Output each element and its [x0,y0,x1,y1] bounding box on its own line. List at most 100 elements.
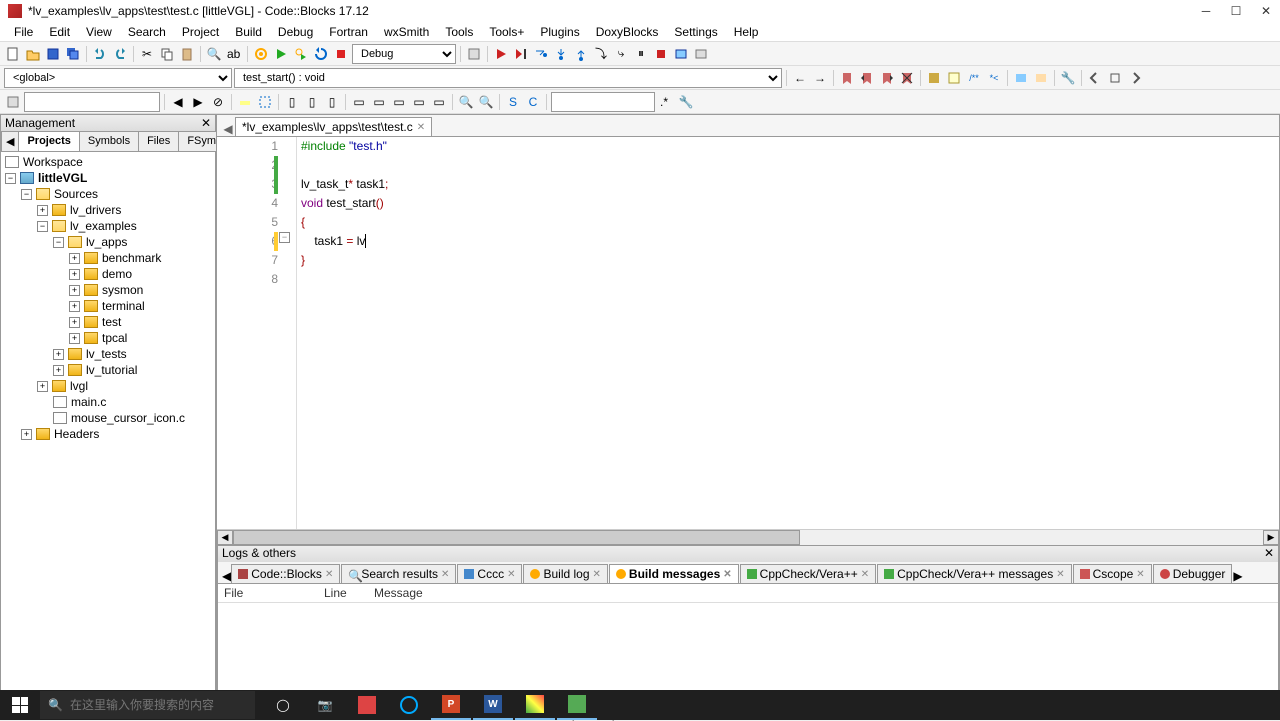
menu-toolsplus[interactable]: Tools+ [481,23,532,41]
show-targets-icon[interactable] [465,45,483,63]
rebuild-icon[interactable] [312,45,330,63]
menu-view[interactable]: View [78,23,120,41]
save-all-icon[interactable] [64,45,82,63]
menu-file[interactable]: File [6,23,41,41]
bookmark-next-icon[interactable] [878,69,896,87]
next-instr-icon[interactable]: ⤵ [592,45,610,63]
tree-toggle[interactable]: + [37,205,48,216]
tree-demo[interactable]: demo [102,267,132,281]
close-icon[interactable]: ✕ [1136,569,1144,580]
tree-toggle[interactable]: + [37,381,48,392]
menu-edit[interactable]: Edit [41,23,78,41]
file-tab[interactable]: *lv_examples\lv_apps\test\test.c ✕ [235,117,432,136]
cut-icon[interactable]: ✂ [138,45,156,63]
nav-forward-icon[interactable]: → [811,69,829,87]
search-history-icon[interactable] [4,93,22,111]
inc-search-input[interactable] [551,92,655,112]
close-icon[interactable]: ✕ [861,569,869,580]
tree-toggle[interactable]: + [69,333,80,344]
scope-combo[interactable]: <global> [4,68,232,88]
bookmark-clear-icon[interactable] [898,69,916,87]
menu-tools[interactable]: Tools [437,23,481,41]
next-line-icon[interactable] [532,45,550,63]
src-format-c-icon[interactable]: C [524,93,542,111]
tree-examples[interactable]: lv_examples [70,219,137,233]
tb-b-icon[interactable]: ▯ [303,93,321,111]
tree-sysmon[interactable]: sysmon [102,283,143,297]
start-button[interactable] [0,690,40,720]
jump-back-icon[interactable] [1086,69,1104,87]
tree-toggle[interactable]: + [69,269,80,280]
doxy-icon[interactable] [925,69,943,87]
menu-project[interactable]: Project [174,23,227,41]
tree-benchmark[interactable]: benchmark [102,251,161,265]
log-tab-buildlog[interactable]: Build log✕ [523,564,607,583]
close-icon[interactable]: ✕ [723,569,731,580]
bookmark-prev-icon[interactable] [858,69,876,87]
sel-all-icon[interactable] [256,93,274,111]
open-icon[interactable] [24,45,42,63]
jump-fwd-icon[interactable] [1126,69,1144,87]
search-opts-icon[interactable]: 🔧 [677,93,695,111]
abort-icon[interactable] [332,45,350,63]
run-to-cursor-icon[interactable] [512,45,530,63]
tree-tpcal[interactable]: tpcal [102,331,127,345]
sel-clear-icon[interactable]: ⊘ [209,93,227,111]
comment-block-icon[interactable]: /** [965,69,983,87]
logs-tabs-right-icon[interactable]: ▶ [1233,569,1242,583]
log-tab-search[interactable]: 🔍Search results✕ [341,564,456,583]
tree-toggle[interactable]: + [53,349,64,360]
new-file-icon[interactable] [4,45,22,63]
minimize-button[interactable]: ─ [1200,5,1212,17]
redo-icon[interactable] [111,45,129,63]
camera-icon[interactable]: 📷 [305,690,345,720]
build-run-icon[interactable] [292,45,310,63]
bookmark-toggle-icon[interactable] [838,69,856,87]
stop-debug-icon[interactable] [652,45,670,63]
log-tab-cccc[interactable]: Cccc✕ [457,564,522,583]
menu-doxyblocks[interactable]: DoxyBlocks [588,23,667,41]
task-view-icon[interactable]: ◯ [263,690,303,720]
app-icon-2[interactable] [557,690,597,720]
quick-search-input[interactable] [24,92,160,112]
tab-symbols[interactable]: Symbols [79,131,139,151]
tree-apps[interactable]: lv_apps [86,235,127,249]
tree-workspace[interactable]: Workspace [23,155,83,169]
sel-next-icon[interactable]: ▶ [189,93,207,111]
step-instr-icon[interactable]: ⤷ [612,45,630,63]
menu-debug[interactable]: Debug [270,23,321,41]
tree-toggle[interactable]: + [21,429,32,440]
highlight-icon[interactable] [236,93,254,111]
sel-prev-icon[interactable]: ◀ [169,93,187,111]
logs-tabs-left-icon[interactable]: ◀ [222,569,231,583]
doxy-run-icon[interactable] [1012,69,1030,87]
function-combo[interactable]: test_start() : void [234,68,782,88]
project-tree[interactable]: Workspace −littleVGL −Sources +lv_driver… [1,152,215,695]
menu-settings[interactable]: Settings [666,23,725,41]
doxy2-icon[interactable] [945,69,963,87]
tree-tutorial[interactable]: lv_tutorial [86,363,137,377]
close-icon[interactable]: ✕ [1056,569,1064,580]
build-target-combo[interactable]: Debug [352,44,456,64]
log-tab-cppcheck-msg[interactable]: CppCheck/Vera++ messages✕ [877,564,1071,583]
menu-fortran[interactable]: Fortran [321,23,376,41]
step-out-icon[interactable] [572,45,590,63]
undo-icon[interactable] [91,45,109,63]
comment-line-icon[interactable]: *< [985,69,1003,87]
log-tab-debugger[interactable]: Debugger [1153,564,1233,583]
tree-toggle[interactable]: + [69,301,80,312]
tb-g-icon[interactable]: ▭ [410,93,428,111]
doxy-cfg-icon[interactable]: 🔧 [1059,69,1077,87]
editor-hscroll[interactable]: ◀ ▶ [217,529,1279,545]
replace-icon[interactable]: ab [225,45,243,63]
break-icon[interactable]: ⏸ [632,45,650,63]
debug-windows-icon[interactable] [672,45,690,63]
mgmt-tabs-left-icon[interactable]: ◀ [1,131,19,151]
tb-h-icon[interactable]: ▭ [430,93,448,111]
tree-lvgl[interactable]: lvgl [70,379,88,393]
close-icon[interactable]: ✕ [507,569,515,580]
find-icon[interactable]: 🔍 [205,45,223,63]
maximize-button[interactable]: ☐ [1230,5,1242,17]
close-icon[interactable]: ✕ [441,569,449,580]
src-format-s-icon[interactable]: S [504,93,522,111]
